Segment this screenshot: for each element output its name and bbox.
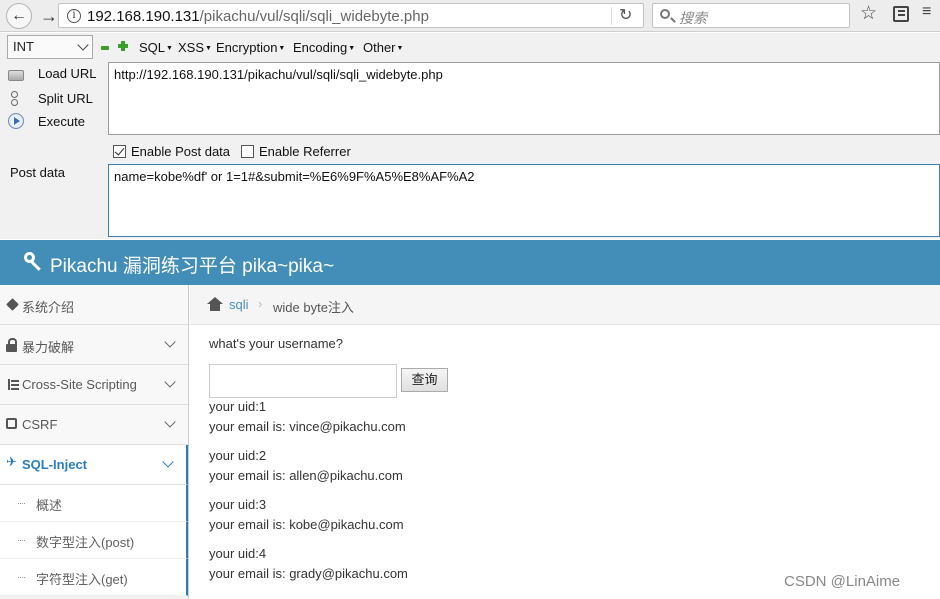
watermark: CSDN @LinAime — [784, 573, 901, 590]
enable-post-checkbox[interactable]: Enable Post data — [113, 144, 230, 159]
play-icon — [8, 113, 24, 129]
result-email: your email is: kobe@pikachu.com — [209, 517, 404, 532]
result-uid: your uid:1 — [209, 399, 267, 414]
bookmark-star-icon[interactable]: ☆ — [860, 2, 877, 25]
back-button[interactable]: ← — [6, 3, 32, 29]
chevron-down-icon — [77, 39, 89, 51]
username-input[interactable] — [209, 364, 397, 398]
tree-connector — [18, 540, 25, 541]
address-text[interactable]: 192.168.190.131/pikachu/vul/sqli/sqli_wi… — [87, 8, 429, 25]
load-url-icon — [8, 69, 24, 81]
decrease-icon[interactable] — [101, 46, 109, 50]
menu-xss[interactable]: XSS▼ — [178, 40, 212, 55]
result-item: your uid:3 your email is: kobe@pikachu.c… — [209, 495, 609, 535]
list-icon — [6, 378, 19, 391]
breadcrumb-current: wide byte注入 — [273, 300, 354, 315]
result-item: your uid:1 your email is: vince@pikachu.… — [209, 397, 609, 437]
library-icon[interactable] — [893, 6, 909, 22]
address-bar[interactable]: i 192.168.190.131/pikachu/vul/sqli/sqli_… — [58, 3, 644, 28]
checkbox-checked-icon — [113, 145, 126, 158]
result-item: your uid:2 your email is: allen@pikachu.… — [209, 446, 609, 486]
url-textarea[interactable]: http://192.168.190.131/pikachu/vul/sqli/… — [108, 62, 940, 135]
menu-other[interactable]: Other▼ — [363, 40, 403, 55]
sidebar-item-intro[interactable]: 系统介绍 — [0, 285, 188, 325]
edit-icon — [6, 418, 17, 429]
search-bar[interactable]: 搜索 — [652, 3, 850, 28]
chevron-down-icon — [162, 456, 174, 468]
search-placeholder: 搜索 — [679, 10, 707, 26]
menu-encoding[interactable]: Encoding▼ — [293, 40, 355, 55]
sidebar-subitem-numeric-post[interactable]: 数字型注入(post) — [0, 522, 188, 559]
reload-icon[interactable]: ↻ — [619, 5, 632, 25]
post-data-label: Post data — [10, 165, 65, 180]
breadcrumb-link-sqli[interactable]: sqli — [229, 297, 249, 312]
tag-icon — [6, 298, 19, 311]
menu-encryption[interactable]: Encryption▼ — [216, 40, 285, 55]
result-email: your email is: vince@pikachu.com — [209, 419, 406, 434]
chevron-down-icon — [164, 376, 176, 388]
browser-toolbar: ← → i 192.168.190.131/pikachu/vul/sqli/s… — [0, 0, 940, 32]
username-prompt: what's your username? — [209, 336, 343, 351]
breadcrumb-separator-icon: › — [258, 296, 263, 311]
chevron-down-icon — [164, 336, 176, 348]
sidebar-item-xss[interactable]: Cross-Site Scripting — [0, 365, 188, 405]
arrow-left-icon: ← — [11, 7, 27, 24]
result-email: your email is: grady@pikachu.com — [209, 566, 408, 581]
sidebar-item-sql-inject[interactable]: SQL-Inject — [0, 445, 188, 485]
hackbar-panel: INT SQL▼ XSS▼ Encryption▼ Encoding▼ Othe… — [0, 33, 940, 239]
execute-button[interactable]: Execute — [8, 113, 85, 129]
home-icon[interactable] — [207, 297, 223, 311]
sidebar: 系统介绍 暴力破解 Cross-Site Scripting CSRF SQL-… — [0, 285, 189, 599]
post-data-textarea[interactable]: name=kobe%df' or 1=1#&submit=%E6%9F%A5%E… — [108, 164, 940, 237]
info-icon[interactable]: i — [67, 9, 81, 23]
dropdown-arrow-icon: ▼ — [166, 45, 173, 52]
site-title[interactable]: Pikachu 漏洞练习平台 pika~pika~ — [50, 251, 334, 278]
sidebar-item-bruteforce[interactable]: 暴力破解 — [0, 325, 188, 365]
key-icon — [24, 252, 44, 272]
load-url-button[interactable]: Load URL — [8, 66, 97, 81]
dropdown-arrow-icon: ▼ — [348, 45, 356, 52]
site-header: Pikachu 漏洞练习平台 pika~pika~ — [0, 240, 940, 285]
result-item: your uid:4 your email is: grady@pikachu.… — [209, 544, 609, 584]
increase-icon[interactable] — [118, 41, 128, 51]
split-url-button[interactable]: Split URL — [8, 90, 93, 106]
result-email: your email is: allen@pikachu.com — [209, 468, 403, 483]
result-uid: your uid:4 — [209, 546, 267, 561]
dropdown-arrow-icon: ▼ — [278, 45, 286, 52]
sidebar-subitem-string-get[interactable]: 字符型注入(get) — [0, 559, 188, 596]
chevron-down-icon — [164, 416, 176, 428]
arrow-right-icon: → — [40, 5, 58, 26]
sidebar-subitem-overview[interactable]: 概述 — [0, 485, 188, 522]
search-icon — [660, 9, 670, 19]
menu-icon[interactable]: ≡ — [922, 3, 940, 21]
encoding-select-value: INT — [13, 39, 34, 54]
dropdown-arrow-icon: ▼ — [205, 45, 212, 52]
dropdown-arrow-icon: ▼ — [396, 45, 404, 52]
enable-referrer-checkbox[interactable]: Enable Referrer — [241, 144, 351, 159]
address-divider — [611, 7, 612, 25]
result-uid: your uid:2 — [209, 448, 267, 463]
query-button[interactable]: 查询 — [401, 368, 448, 392]
checkbox-unchecked-icon — [241, 145, 254, 158]
breadcrumb: sqli › wide byte注入 — [190, 285, 940, 325]
result-uid: your uid:3 — [209, 497, 267, 512]
tree-connector — [18, 577, 25, 578]
plane-icon — [6, 455, 19, 471]
encoding-select[interactable]: INT — [7, 35, 93, 59]
lock-icon — [6, 338, 19, 352]
sidebar-item-csrf[interactable]: CSRF — [0, 405, 188, 445]
scissors-icon — [8, 90, 24, 106]
tree-connector — [18, 503, 25, 504]
menu-sql[interactable]: SQL▼ — [139, 40, 173, 55]
